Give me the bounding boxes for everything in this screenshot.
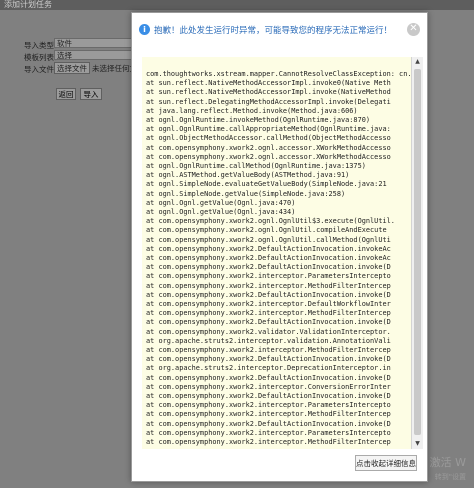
scroll-down-arrow-icon[interactable]: ▼ [412, 439, 423, 449]
import-file-row: 导入文件： 选择文件 未选择任何文件 [0, 62, 145, 74]
background-title: 添加计划任务 [4, 0, 52, 9]
activation-watermark-sub: 转到"设置 [434, 473, 466, 481]
info-icon: i [139, 24, 150, 35]
scroll-up-arrow-icon[interactable]: ▲ [412, 57, 423, 67]
dialog-header: i 抱歉！此处发生运行时异常，可能导致您的程序无法正常运行！ ✕ [132, 13, 427, 49]
error-dialog: i 抱歉！此处发生运行时异常，可能导致您的程序无法正常运行！ ✕ com.tho… [131, 12, 428, 482]
template-list-select[interactable]: 选择 [54, 50, 134, 60]
error-message: 抱歉！此处发生运行时异常，可能导致您的程序无法正常运行！ [154, 26, 393, 36]
import-button[interactable]: 导入 [80, 88, 102, 100]
import-type-row: 导入类型： 软件 [0, 38, 140, 50]
scroll-thumb[interactable] [414, 69, 421, 435]
close-icon[interactable]: ✕ [407, 23, 420, 36]
trace-line: at com.opensymphony.xwork2.interceptor.M… [146, 438, 391, 446]
template-list-row: 模板列表： 选择 [0, 50, 140, 62]
activation-watermark: 激活 W [429, 456, 466, 469]
back-button[interactable]: 返回 [56, 88, 76, 100]
background-titlebar: 添加计划任务 [0, 0, 474, 10]
import-type-select[interactable]: 软件 [54, 38, 134, 48]
stack-trace-area[interactable]: com.thoughtworks.xstream.mapper.CannotRe… [142, 57, 412, 449]
collapse-details-button[interactable]: 点击收起详细信息 [355, 455, 417, 471]
trace-vertical-scrollbar[interactable]: ▲ ▼ [411, 57, 423, 449]
choose-file-button[interactable]: 选择文件 [54, 62, 90, 74]
